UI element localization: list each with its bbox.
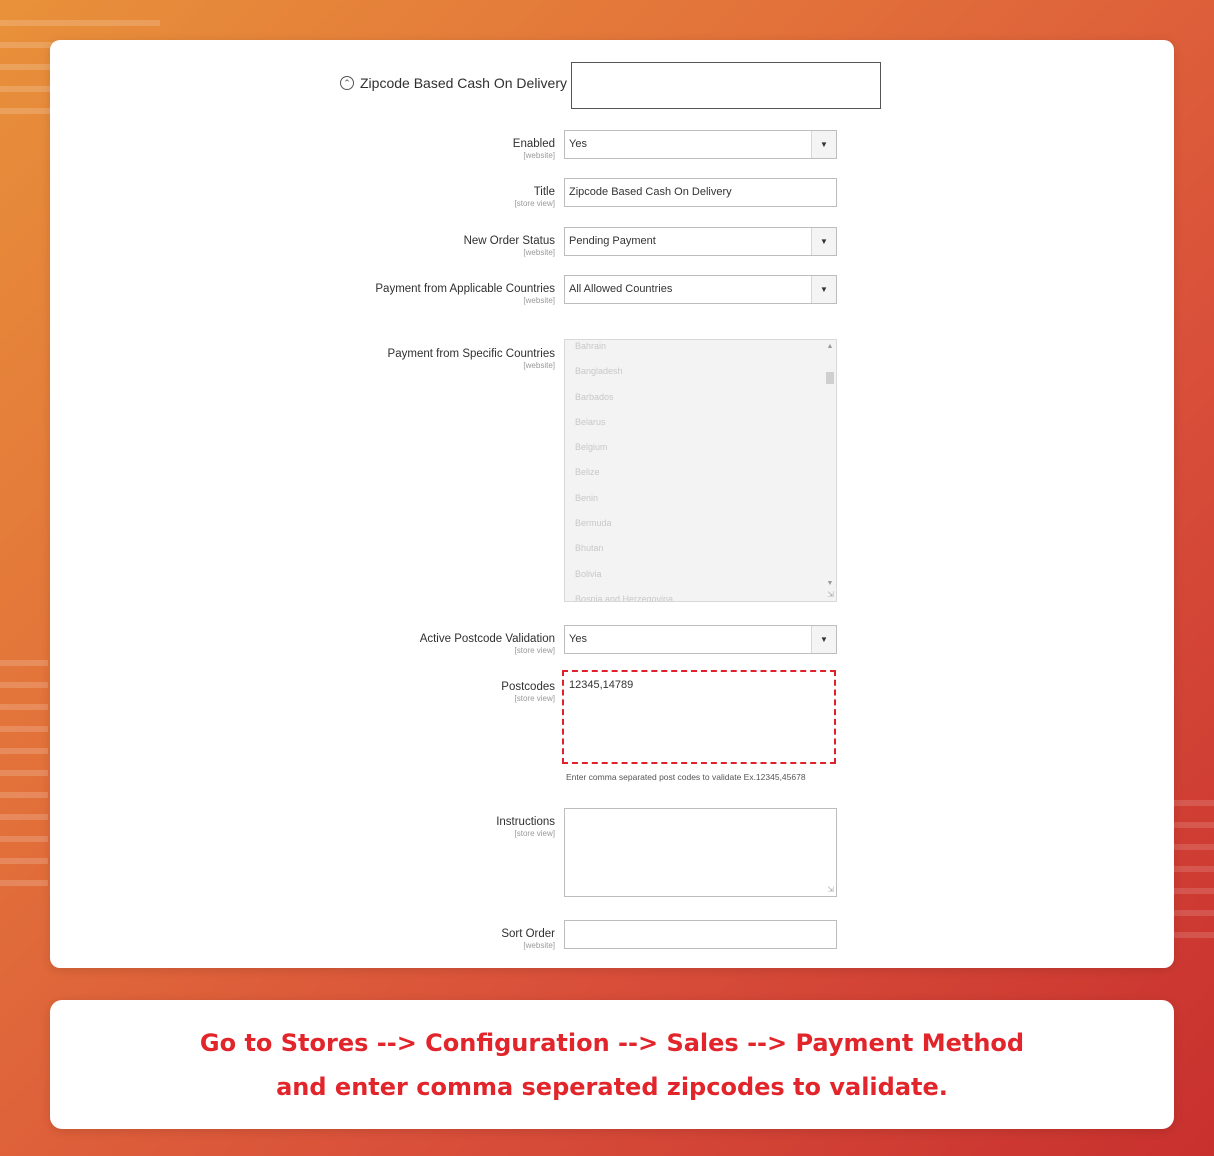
scroll-up-icon[interactable]: ▲ [824, 343, 836, 350]
specific-countries-label: Payment from Specific Countries [website… [387, 348, 555, 370]
applicable-countries-select[interactable]: All Allowed Countries ▼ [564, 275, 837, 304]
specific-countries-multiselect[interactable]: Bahrain Bangladesh Barbados Belarus Belg… [564, 339, 837, 602]
sort-order-input[interactable] [564, 920, 837, 949]
section-header[interactable]: ⌃ Zipcode Based Cash On Delivery [340, 75, 567, 91]
resize-handle-icon[interactable]: ⇲ [827, 591, 834, 599]
country-option[interactable]: Benin [575, 486, 826, 511]
resize-handle-icon[interactable]: ⇲ [827, 886, 834, 894]
enabled-label: Enabled [website] [512, 138, 555, 160]
title-input[interactable]: Zipcode Based Cash On Delivery [564, 178, 837, 207]
dropdown-arrow-icon[interactable]: ▼ [811, 276, 836, 303]
country-option[interactable]: Bhutan [575, 536, 826, 561]
dropdown-arrow-icon[interactable]: ▼ [811, 228, 836, 255]
background-stripes [0, 660, 48, 890]
title-value: Zipcode Based Cash On Delivery [569, 186, 732, 198]
scope-label: [website] [523, 361, 555, 370]
postcode-validation-label: Active Postcode Validation [store view] [419, 633, 555, 655]
scroll-down-icon[interactable]: ▼ [824, 580, 836, 587]
multiselect-scrollbar[interactable]: ▲ ▼ [824, 340, 836, 601]
enabled-select[interactable]: Yes ▼ [564, 130, 837, 159]
scope-label: [store view] [514, 646, 555, 655]
scope-label: [website] [523, 248, 555, 257]
new-order-status-value: Pending Payment [569, 235, 656, 247]
new-order-status-select[interactable]: Pending Payment ▼ [564, 227, 837, 256]
country-option[interactable]: Belarus [575, 410, 826, 435]
country-option[interactable]: Bolivia [575, 562, 826, 587]
scroll-thumb[interactable] [826, 372, 834, 384]
country-option[interactable]: Belize [575, 460, 826, 485]
country-option[interactable]: Bahrain [575, 340, 826, 359]
postcodes-label: Postcodes [store view] [501, 681, 555, 703]
postcodes-value: 12345,14789 [569, 679, 634, 691]
country-option[interactable]: Bangladesh [575, 359, 826, 384]
caption-line-2: and enter comma seperated zipcodes to va… [276, 1072, 948, 1101]
scope-label: [website] [523, 296, 555, 305]
caption-line-1: Go to Stores --> Configuration --> Sales… [199, 1028, 1025, 1057]
title-label: Title [store view] [514, 186, 555, 208]
enabled-value: Yes [569, 138, 587, 150]
instruction-caption-box: Go to Stores --> Configuration --> Sales… [50, 1000, 1174, 1129]
instructions-textarea[interactable]: ⇲ [564, 808, 837, 897]
scope-label: [store view] [514, 829, 555, 838]
collapse-up-icon[interactable]: ⌃ [340, 76, 354, 90]
new-order-status-label: New Order Status [website] [463, 235, 555, 257]
postcode-validation-select[interactable]: Yes ▼ [564, 625, 837, 654]
scope-label: [store view] [514, 694, 555, 703]
scope-label: [store view] [514, 199, 555, 208]
postcodes-textarea[interactable]: 12345,14789 [564, 672, 837, 762]
section-title: Zipcode Based Cash On Delivery [360, 75, 567, 91]
postcodes-note: Enter comma separated post codes to vali… [566, 772, 806, 782]
background-stripes [1174, 800, 1214, 950]
country-option[interactable]: Barbados [575, 385, 826, 410]
country-option[interactable]: Bermuda [575, 511, 826, 536]
applicable-countries-value: All Allowed Countries [569, 283, 673, 295]
country-option[interactable]: Bosnia and Herzegovina [575, 587, 826, 601]
postcode-validation-value: Yes [569, 633, 587, 645]
scope-label: [website] [523, 941, 555, 950]
scope-label: [website] [523, 151, 555, 160]
sort-order-label: Sort Order [website] [501, 928, 555, 950]
header-outline-box [571, 62, 881, 109]
applicable-countries-label: Payment from Applicable Countries [websi… [375, 283, 555, 305]
dropdown-arrow-icon[interactable]: ▼ [811, 626, 836, 653]
country-option[interactable]: Belgium [575, 435, 826, 460]
instructions-label: Instructions [store view] [496, 816, 555, 838]
dropdown-arrow-icon[interactable]: ▼ [811, 131, 836, 158]
